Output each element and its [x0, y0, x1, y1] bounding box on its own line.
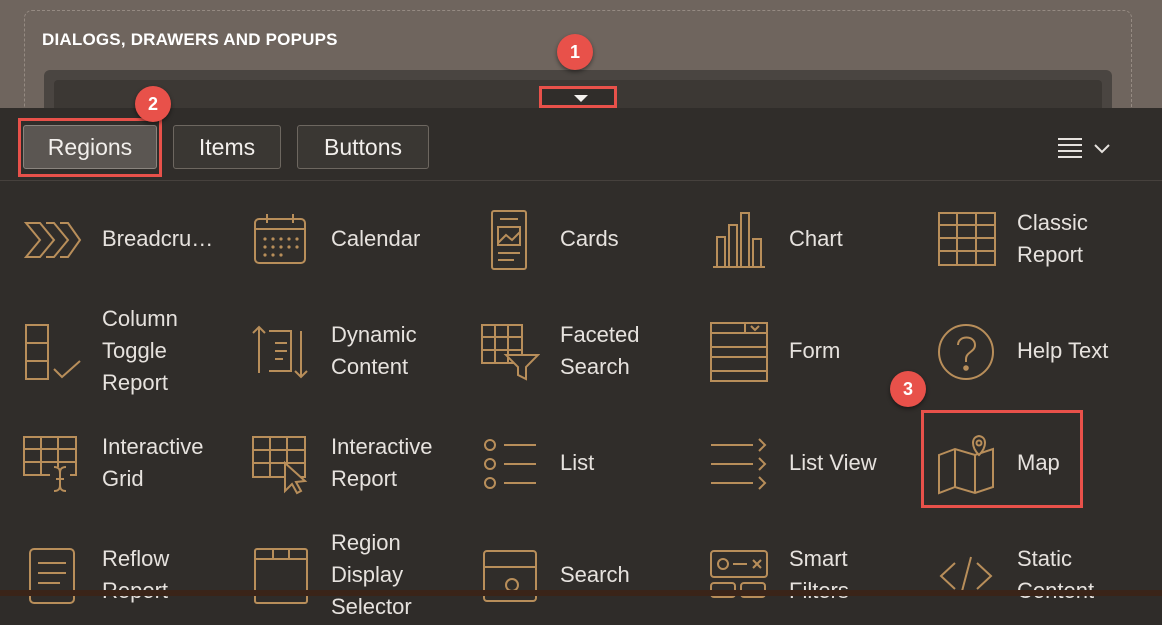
gallery-item-column-toggle-report[interactable]: Column Toggle Report [0, 301, 220, 401]
gallery-item-help-text[interactable]: Help Text [915, 301, 1135, 401]
gallery-item-interactive-report[interactable]: Interactive Report [229, 413, 449, 513]
gallery-item-label: List [560, 450, 595, 475]
interactive-grid-icon [20, 433, 82, 495]
gallery-item-label: Form [789, 338, 841, 363]
gallery-item-label: Faceted Search [560, 322, 640, 379]
dynamic-content-icon [249, 321, 311, 383]
gallery-item-calendar[interactable]: Calendar [229, 189, 449, 289]
gallery-item-classic-report[interactable]: Classic Report [915, 189, 1135, 289]
classic-report-icon [935, 209, 997, 271]
gallery-item-region-display-selector[interactable]: Region Display Selector [229, 525, 449, 625]
gallery-item-map[interactable]: Map [915, 413, 1135, 513]
search-region-icon [478, 545, 540, 607]
gallery-item-static-content[interactable]: Static Content [915, 525, 1135, 625]
list-view-icon [707, 433, 769, 495]
gallery-item-cards[interactable]: Cards [458, 189, 678, 289]
callout-badge-2: 2 [135, 86, 171, 122]
gallery-item-label: Search [560, 562, 630, 587]
gallery-item-list-view[interactable]: List View [687, 413, 907, 513]
tab-regions[interactable]: Regions [23, 125, 157, 169]
drawer-toggle-handle[interactable] [539, 86, 617, 108]
gallery-item-chart[interactable]: Chart [687, 189, 907, 289]
gallery-item-label: Interactive Report [331, 434, 433, 491]
static-content-icon [935, 545, 997, 607]
gallery-item-reflow-report[interactable]: Reflow Report [0, 525, 220, 625]
region-title: DIALOGS, DRAWERS AND POPUPS [42, 30, 338, 49]
chevron-down-icon [1094, 144, 1110, 154]
smart-filters-icon [707, 545, 769, 607]
gallery-item-label: Reflow Report [102, 546, 170, 603]
callout-badge-3: 3 [890, 371, 926, 407]
gallery-item-dynamic-content[interactable]: Dynamic Content [229, 301, 449, 401]
cards-icon [478, 209, 540, 271]
gallery-item-label: Cards [560, 226, 619, 251]
gallery-item-breadcrumb[interactable]: Breadcru… [0, 189, 220, 289]
tab-buttons[interactable]: Buttons [297, 125, 429, 169]
reflow-report-icon [20, 545, 82, 607]
help-text-icon [935, 321, 997, 383]
chart-icon [707, 209, 769, 271]
gallery-item-label: Dynamic Content [331, 322, 417, 379]
gallery-item-label: Interactive Grid [102, 434, 204, 491]
tab-items[interactable]: Items [173, 125, 281, 169]
list-icon [478, 433, 540, 495]
view-options-menu[interactable] [1055, 135, 1115, 163]
region-display-selector-icon [249, 545, 311, 607]
gallery-item-interactive-grid[interactable]: Interactive Grid [0, 413, 220, 513]
callout-badge-1: 1 [557, 34, 593, 70]
form-icon [707, 321, 769, 383]
gallery-item-label: Calendar [331, 226, 421, 251]
gallery-item-label: Map [1017, 450, 1060, 475]
column-toggle-report-icon [20, 321, 82, 383]
hamburger-icon [1058, 138, 1110, 158]
gallery-item-label: Column Toggle Report [102, 306, 178, 395]
gallery-item-label: Chart [789, 226, 843, 251]
faceted-search-icon [478, 321, 540, 383]
divider [0, 180, 1162, 181]
interactive-report-icon [249, 433, 311, 495]
gallery-item-label: Classic Report [1017, 210, 1088, 267]
gallery-item-smart-filters[interactable]: Smart Filters [687, 525, 907, 625]
caret-down-icon [574, 95, 588, 102]
gallery-item-label: Breadcru… [102, 226, 214, 251]
gallery-item-label: List View [789, 450, 877, 475]
calendar-icon [249, 209, 311, 271]
gallery-item-faceted-search[interactable]: Faceted Search [458, 301, 678, 401]
gallery-item-form[interactable]: Form [687, 301, 907, 401]
gallery-item-label: Smart Filters [789, 546, 849, 603]
gallery-item-label: Static Content [1017, 546, 1094, 603]
gallery-item-label: Region Display Selector [331, 530, 412, 619]
breadcrumb-icon [20, 209, 82, 271]
gallery-item-search[interactable]: Search [458, 525, 678, 625]
drawer-bottom-edge [0, 590, 1162, 596]
gallery-item-label: Help Text [1017, 338, 1109, 363]
gallery-item-list[interactable]: List [458, 413, 678, 513]
map-icon [935, 433, 997, 495]
